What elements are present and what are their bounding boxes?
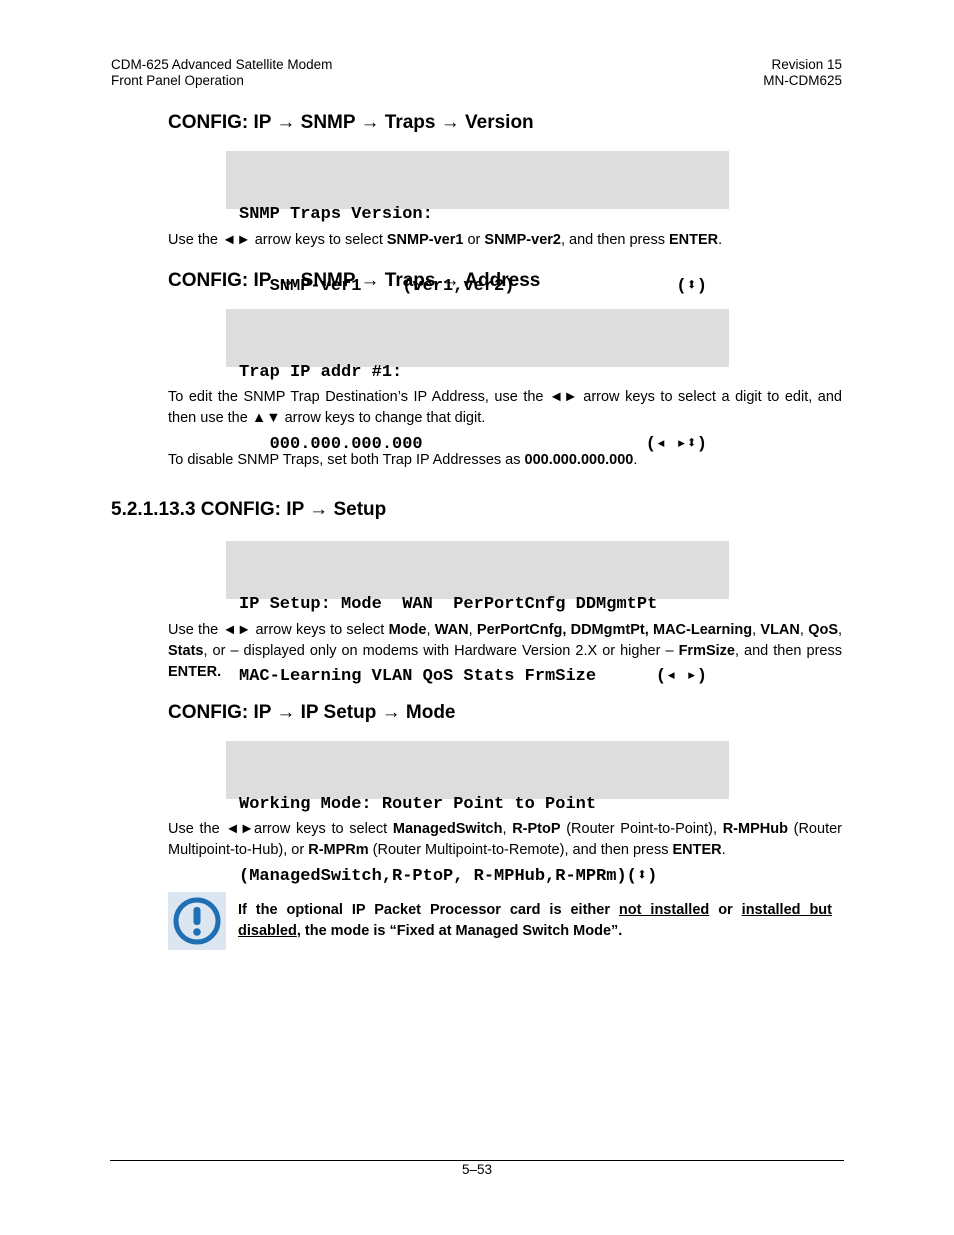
option: Mode <box>388 622 427 638</box>
section-heading-ip-setup: 5.2.1.13.3 CONFIG: IP → Setup <box>111 499 387 520</box>
revision: Revision 15 <box>771 57 842 72</box>
ip-value: 000.000.000.000 <box>524 452 634 468</box>
option: R-MPHub <box>722 821 788 837</box>
text: Use the ◄► arrow keys to select <box>168 232 387 248</box>
manual-number: MN-CDM625 <box>763 73 842 88</box>
paragraph-traps-version: Use the ◄► arrow keys to select SNMP-ver… <box>168 230 842 251</box>
option: QoS <box>808 622 839 638</box>
paragraph-traps-address-edit: To edit the SNMP Trap Destination’s IP A… <box>168 389 842 426</box>
text: , and then press <box>734 643 842 659</box>
running-header-right: Revision 15 MN-CDM625 <box>763 57 842 89</box>
lcd-ip-setup: IP Setup: Mode WAN PerPortCnfg DDMgmtPt … <box>226 541 729 686</box>
option: SNMP-ver1 <box>386 232 464 248</box>
footer-divider <box>110 1160 844 1161</box>
option: ManagedSwitch <box>392 821 503 837</box>
option: SNMP-ver2 <box>484 232 561 248</box>
option: FrmSize <box>678 643 735 659</box>
up-down-arrow-icon: (⬍) <box>676 277 707 296</box>
text: Use the ◄►arrow keys to select <box>168 821 393 837</box>
option: WAN <box>434 622 469 638</box>
lcd-line: Trap IP addr #1: <box>239 363 403 382</box>
text: . <box>721 842 726 858</box>
text: , <box>468 622 477 638</box>
option: R-MPRm <box>308 842 369 858</box>
note-box <box>168 892 226 950</box>
text: . <box>633 452 638 468</box>
text: (Router Multipoint-to-Remote), and then … <box>368 842 673 858</box>
document-title: CDM-625 Advanced Satellite Modem <box>111 57 333 72</box>
text: , <box>799 622 809 638</box>
text: (Router Point-to-Point), <box>560 821 723 837</box>
text: , <box>838 622 843 638</box>
running-header-left: CDM-625 Advanced Satellite Modem Front P… <box>111 57 332 89</box>
text: , the mode is “Fixed at Managed Switch M… <box>296 923 623 939</box>
option: ENTER. <box>168 664 222 680</box>
lcd-traps-address: Trap IP addr #1: 000.000.000.000 (◂ ▸⬍) <box>226 309 729 454</box>
text: . <box>718 232 723 248</box>
heading-ip-setup-mode: CONFIG: IP → IP Setup → Mode <box>168 702 456 723</box>
emphasis: not installed <box>618 902 710 918</box>
option: VLAN <box>760 622 800 638</box>
text: , or – displayed only on modems with Har… <box>203 643 679 659</box>
text: or <box>709 902 742 918</box>
option: ENTER <box>672 842 722 858</box>
lcd-line: IP Setup: Mode WAN PerPortCnfg DDMgmtPt <box>239 595 658 614</box>
paragraph-traps-disable: To disable SNMP Traps, set both Trap IP … <box>168 450 842 471</box>
paragraph-ip-setup: Use the ◄► arrow keys to select Mode, WA… <box>168 620 842 683</box>
key-name: ENTER <box>668 232 719 248</box>
exclamation-circle-icon <box>173 897 221 945</box>
text: To disable SNMP Traps, set both Trap IP … <box>168 452 525 468</box>
lcd-line: SNMP Traps Version: <box>239 205 433 224</box>
lcd-traps-version: SNMP Traps Version: SNMP-ver1 (ver1,ver2… <box>226 151 729 296</box>
text: , <box>502 821 513 837</box>
text: , <box>426 622 435 638</box>
text: Use the ◄► arrow keys to select <box>168 622 389 638</box>
option: PerPortCnfg, DDMgmtPt, MAC-Learning <box>476 622 753 638</box>
chapter-title: Front Panel Operation <box>111 73 244 88</box>
text: If the optional IP Packet Processor card… <box>238 902 619 918</box>
lcd-ip-setup-mode: Working Mode: Router Point to Point (Man… <box>226 741 729 886</box>
option: Stats <box>168 643 204 659</box>
paragraph-ip-setup-mode: Use the ◄►arrow keys to select ManagedSw… <box>168 819 842 861</box>
page-number: 5–53 <box>461 1162 493 1177</box>
option: R-PtoP <box>512 821 561 837</box>
lcd-line: (ManagedSwitch,R-PtoP, R-MPHub,R-MPRm)(⬍… <box>239 867 658 886</box>
lcd-line: Working Mode: Router Point to Point <box>239 795 597 814</box>
text: , and then press <box>560 232 669 248</box>
heading-traps-address: CONFIG: IP → SNMP → Traps → Address <box>168 270 541 291</box>
text: or <box>463 232 485 248</box>
heading-traps-version: CONFIG: IP → SNMP → Traps → Version <box>168 112 534 133</box>
note-text: If the optional IP Packet Processor card… <box>238 900 832 942</box>
